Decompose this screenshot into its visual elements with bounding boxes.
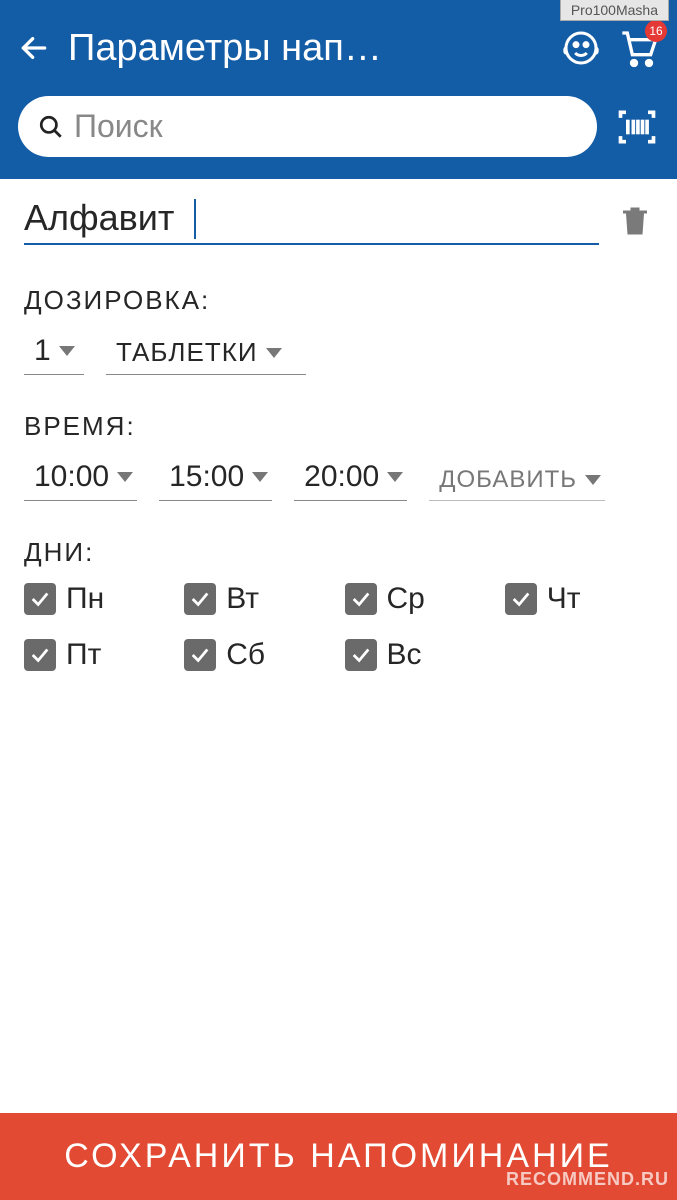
day-checkbox-mon[interactable]: Пн xyxy=(24,582,172,616)
add-time-label: ДОБАВИТЬ xyxy=(439,466,577,494)
checkbox-icon xyxy=(24,639,56,671)
day-label: Ср xyxy=(387,582,425,616)
watermark-site: RECOMMEND.RU xyxy=(506,1169,669,1190)
day-checkbox-thu[interactable]: Чт xyxy=(505,582,653,616)
dosage-qty-select[interactable]: 1 xyxy=(24,330,84,375)
day-checkbox-sat[interactable]: Сб xyxy=(184,638,332,672)
chevron-down-icon xyxy=(387,472,403,482)
dosage-unit-select[interactable]: ТАБЛЕТКИ xyxy=(106,333,306,375)
watermark-user: Pro100Masha xyxy=(560,0,669,21)
medicine-name-field[interactable] xyxy=(24,197,599,245)
checkbox-icon xyxy=(345,583,377,615)
reminder-form: ДОЗИРОВКА: 1 ТАБЛЕТКИ ВРЕМЯ: 10:00 15:00… xyxy=(0,179,677,690)
cart-button[interactable]: 16 xyxy=(619,28,659,68)
time-label: ВРЕМЯ: xyxy=(24,411,653,442)
chevron-down-icon xyxy=(117,472,133,482)
add-time-button[interactable]: ДОБАВИТЬ xyxy=(429,462,605,501)
dosage-label: ДОЗИРОВКА: xyxy=(24,285,653,316)
page-title: Параметры нап… xyxy=(68,27,543,70)
time-value: 10:00 xyxy=(34,460,109,494)
time-select-1[interactable]: 15:00 xyxy=(159,456,272,501)
support-icon[interactable] xyxy=(561,28,601,68)
time-value: 15:00 xyxy=(169,460,244,494)
search-bar[interactable] xyxy=(18,96,597,157)
day-label: Пн xyxy=(66,582,104,616)
search-icon xyxy=(38,114,64,140)
day-label: Вс xyxy=(387,638,422,672)
day-checkbox-fri[interactable]: Пт xyxy=(24,638,172,672)
day-checkbox-tue[interactable]: Вт xyxy=(184,582,332,616)
time-select-2[interactable]: 20:00 xyxy=(294,456,407,501)
checkbox-icon xyxy=(184,639,216,671)
chevron-down-icon xyxy=(266,348,282,358)
day-label: Пт xyxy=(66,638,101,672)
delete-icon[interactable] xyxy=(617,201,653,241)
day-label: Вт xyxy=(226,582,259,616)
day-checkbox-sun[interactable]: Вс xyxy=(345,638,493,672)
chevron-down-icon xyxy=(585,475,601,485)
day-checkbox-wed[interactable]: Ср xyxy=(345,582,493,616)
dosage-qty-value: 1 xyxy=(34,334,51,368)
days-label: ДНИ: xyxy=(24,537,653,568)
search-input[interactable] xyxy=(74,108,577,145)
checkbox-icon xyxy=(505,583,537,615)
time-select-0[interactable]: 10:00 xyxy=(24,456,137,501)
time-value: 20:00 xyxy=(304,460,379,494)
day-label: Чт xyxy=(547,582,581,616)
chevron-down-icon xyxy=(252,472,268,482)
back-arrow-icon[interactable] xyxy=(18,32,50,64)
app-header: Параметры нап… 16 xyxy=(0,0,677,179)
checkbox-icon xyxy=(184,583,216,615)
cart-badge: 16 xyxy=(645,20,667,42)
checkbox-icon xyxy=(24,583,56,615)
days-grid: Пн Вт Ср Чт Пт Сб Вс xyxy=(24,582,653,672)
barcode-scan-icon[interactable] xyxy=(615,105,659,149)
dosage-unit-value: ТАБЛЕТКИ xyxy=(116,337,258,368)
checkbox-icon xyxy=(345,639,377,671)
chevron-down-icon xyxy=(59,346,75,356)
medicine-name-input[interactable] xyxy=(24,197,599,239)
text-cursor xyxy=(194,199,196,239)
day-label: Сб xyxy=(226,638,265,672)
